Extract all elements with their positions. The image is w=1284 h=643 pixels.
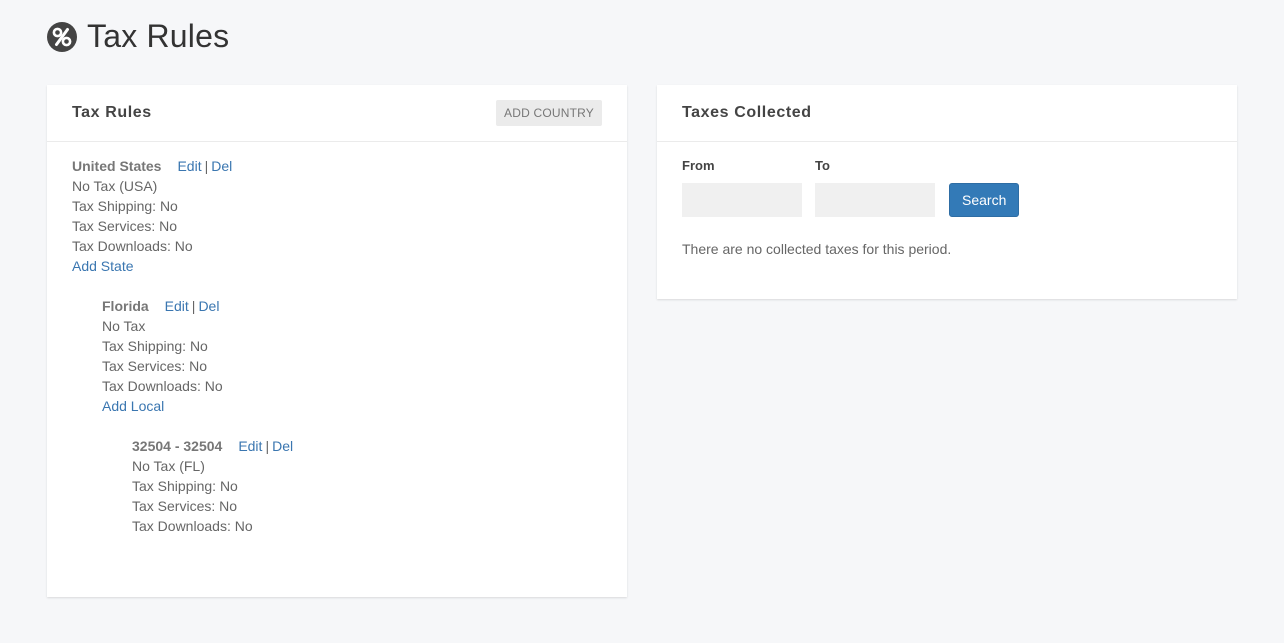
local-del-link[interactable]: Del — [272, 438, 293, 454]
local-tax-downloads: Tax Downloads: No — [132, 518, 253, 534]
state-del-link[interactable]: Del — [198, 298, 219, 314]
tax-rules-card: Tax Rules ADD COUNTRY United States Edit |… — [47, 85, 627, 597]
date-range-form: From To Search — [682, 156, 1212, 217]
country-del-link[interactable]: Del — [211, 158, 232, 174]
from-label: From — [682, 158, 715, 173]
search-button[interactable]: Search — [949, 183, 1020, 217]
taxes-collected-card: Taxes Collected From To Search There are… — [657, 85, 1237, 299]
state-tax-shipping: Tax Shipping: No — [102, 338, 208, 354]
state-tax-downloads: Tax Downloads: No — [102, 378, 223, 394]
state-edit-link[interactable]: Edit — [165, 298, 189, 314]
link-separator: | — [265, 438, 270, 454]
page-header: Tax Rules — [47, 18, 229, 55]
add-country-button[interactable]: ADD COUNTRY — [496, 100, 602, 126]
local-tax-shipping: Tax Shipping: No — [132, 478, 238, 494]
local-name: 32504 - 32504 — [132, 438, 223, 454]
country-edit-link[interactable]: Edit — [177, 158, 201, 174]
tax-rules-list: United States Edit | Del No Tax (USA) Tax S… — [47, 142, 627, 570]
to-label: To — [815, 158, 830, 173]
local-edit-link[interactable]: Edit — [238, 438, 262, 454]
tax-rules-card-title: Tax Rules — [72, 104, 152, 121]
percent-icon — [47, 21, 77, 52]
local-tax-services: Tax Services: No — [132, 498, 238, 514]
local-rule-32504: 32504 - 32504 Edit | Del No Tax (FL) Tax Sh… — [132, 436, 602, 536]
taxes-collected-card-title: Taxes Collected — [682, 104, 812, 121]
from-date-input[interactable] — [682, 183, 802, 217]
link-separator: | — [191, 298, 196, 314]
country-tax-rate: No Tax (USA) — [72, 178, 158, 194]
add-local-link[interactable]: Add Local — [102, 398, 164, 414]
country-tax-services: Tax Services: No — [72, 218, 178, 234]
taxes-collected-body: From To Search There are no collected ta… — [657, 142, 1237, 273]
country-rule-united-states: United States Edit | Del No Tax (USA) Tax S… — [72, 156, 602, 276]
country-tax-downloads: Tax Downloads: No — [72, 238, 193, 254]
add-state-link[interactable]: Add State — [72, 258, 134, 274]
country-tax-shipping: Tax Shipping: No — [72, 198, 178, 214]
state-name: Florida — [102, 298, 149, 314]
from-field: From — [682, 156, 802, 217]
to-field: To — [815, 156, 935, 217]
state-tax-rate: No Tax — [102, 318, 146, 334]
state-rule-florida: Florida Edit | Del No Tax Tax Shipping: No … — [102, 296, 602, 416]
country-name: United States — [72, 158, 162, 174]
state-tax-services: Tax Services: No — [102, 358, 208, 374]
local-tax-rate: No Tax (FL) — [132, 458, 205, 474]
link-separator: | — [204, 158, 209, 174]
to-date-input[interactable] — [815, 183, 935, 217]
empty-state-message: There are no collected taxes for this pe… — [682, 241, 952, 257]
page-title: Tax Rules — [87, 18, 230, 54]
tax-rules-card-header: Tax Rules ADD COUNTRY — [47, 85, 627, 142]
taxes-collected-card-header: Taxes Collected — [657, 85, 1237, 142]
